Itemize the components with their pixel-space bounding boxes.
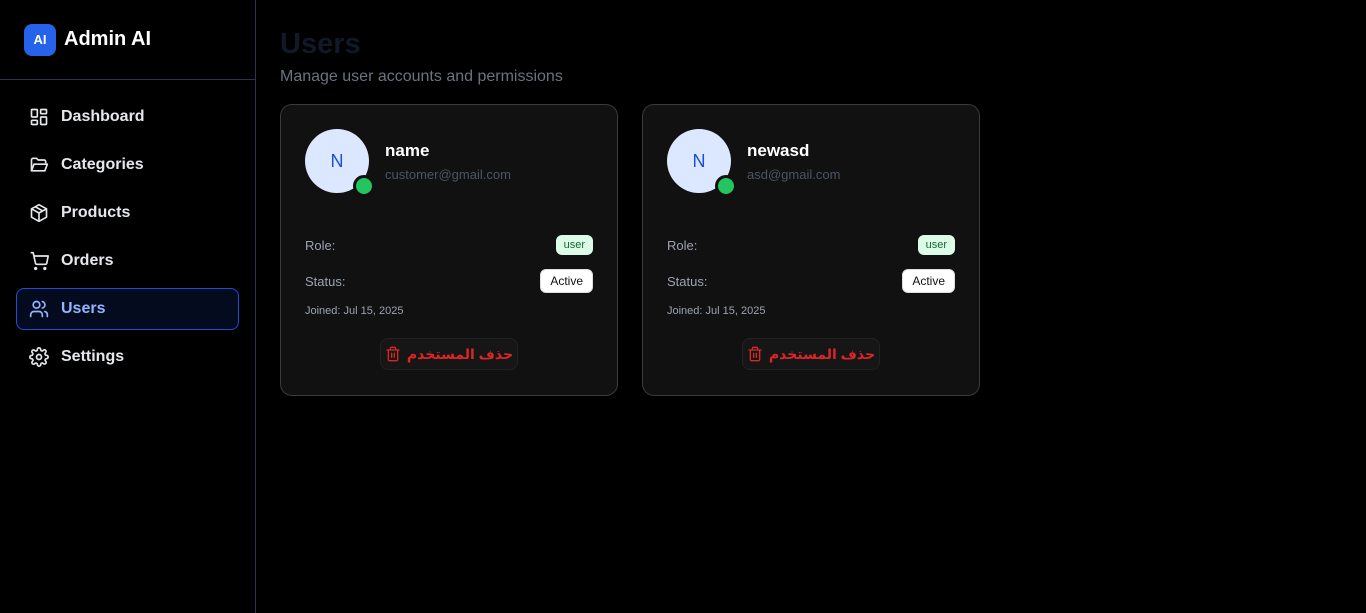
status-label: Status: <box>667 273 708 289</box>
delete-user-button[interactable]: حذف المستخدم <box>380 338 518 370</box>
role-label: Role: <box>305 237 336 253</box>
user-info: newasd asd@gmail.com <box>747 129 840 182</box>
delete-user-label: حذف المستخدم <box>406 345 514 362</box>
trash-icon <box>747 346 763 362</box>
status-badge: Active <box>902 269 955 293</box>
status-row: Status: Active <box>305 269 593 293</box>
sidebar-item-dashboard[interactable]: Dashboard <box>16 96 239 138</box>
user-email: asd@gmail.com <box>747 167 841 182</box>
package-icon <box>29 203 49 223</box>
sidebar-item-label: Dashboard <box>61 108 145 125</box>
sidebar: AI Admin AI Dashboard Categories Product… <box>0 0 256 613</box>
sidebar-item-users[interactable]: Users <box>16 288 239 330</box>
user-card: N name customer@gmail.com Role: user Sta… <box>280 104 618 396</box>
sidebar-item-label: Users <box>61 300 106 317</box>
sidebar-item-orders[interactable]: Orders <box>16 240 239 282</box>
role-label: Role: <box>667 237 698 253</box>
sidebar-nav: Dashboard Categories Products Orders Use… <box>0 80 255 378</box>
user-card-list: N name customer@gmail.com Role: user Sta… <box>280 104 1366 396</box>
main-content: Users Manage user accounts and permissio… <box>257 0 1366 613</box>
status-row: Status: Active <box>667 269 955 293</box>
trash-icon <box>385 346 401 362</box>
delete-user-label: حذف المستخدم <box>768 345 876 362</box>
user-name: newasd <box>747 141 810 160</box>
role-row: Role: user <box>667 235 955 255</box>
user-card-header: N newasd asd@gmail.com <box>667 129 955 197</box>
role-badge: user <box>917 235 955 255</box>
brand-name: Admin AI <box>64 28 152 50</box>
user-email: customer@gmail.com <box>385 167 511 182</box>
sidebar-item-label: Categories <box>61 156 144 173</box>
page-subtitle: Manage user accounts and permissions <box>280 68 563 85</box>
sidebar-item-label: Orders <box>61 252 114 269</box>
sidebar-item-products[interactable]: Products <box>16 192 239 234</box>
sidebar-item-settings[interactable]: Settings <box>16 336 239 378</box>
sidebar-item-categories[interactable]: Categories <box>16 144 239 186</box>
gear-icon <box>29 347 49 367</box>
role-row: Role: user <box>305 235 593 255</box>
status-badge: Active <box>540 269 593 293</box>
shopping-cart-icon <box>29 251 49 271</box>
user-card: N newasd asd@gmail.com Role: user Status… <box>642 104 980 396</box>
online-status-dot <box>715 175 737 197</box>
role-badge: user <box>555 235 593 255</box>
layout-grid-icon <box>29 107 49 127</box>
avatar-wrapper: N <box>305 129 375 197</box>
page-title: Users <box>280 28 361 60</box>
folder-open-icon <box>29 155 49 175</box>
delete-user-button[interactable]: حذف المستخدم <box>742 338 880 370</box>
sidebar-item-label: Products <box>61 204 131 221</box>
brand-logo: AI <box>24 23 56 56</box>
user-name: name <box>385 141 430 160</box>
brand[interactable]: AI Admin AI <box>0 0 255 80</box>
users-icon <box>29 299 49 319</box>
status-label: Status: <box>305 273 346 289</box>
joined-date: Joined: Jul 15, 2025 <box>305 305 404 317</box>
avatar-wrapper: N <box>667 129 737 197</box>
sidebar-item-label: Settings <box>61 348 125 365</box>
user-info: name customer@gmail.com <box>385 129 511 182</box>
joined-date: Joined: Jul 15, 2025 <box>667 305 766 317</box>
user-card-header: N name customer@gmail.com <box>305 129 593 197</box>
online-status-dot <box>353 175 375 197</box>
